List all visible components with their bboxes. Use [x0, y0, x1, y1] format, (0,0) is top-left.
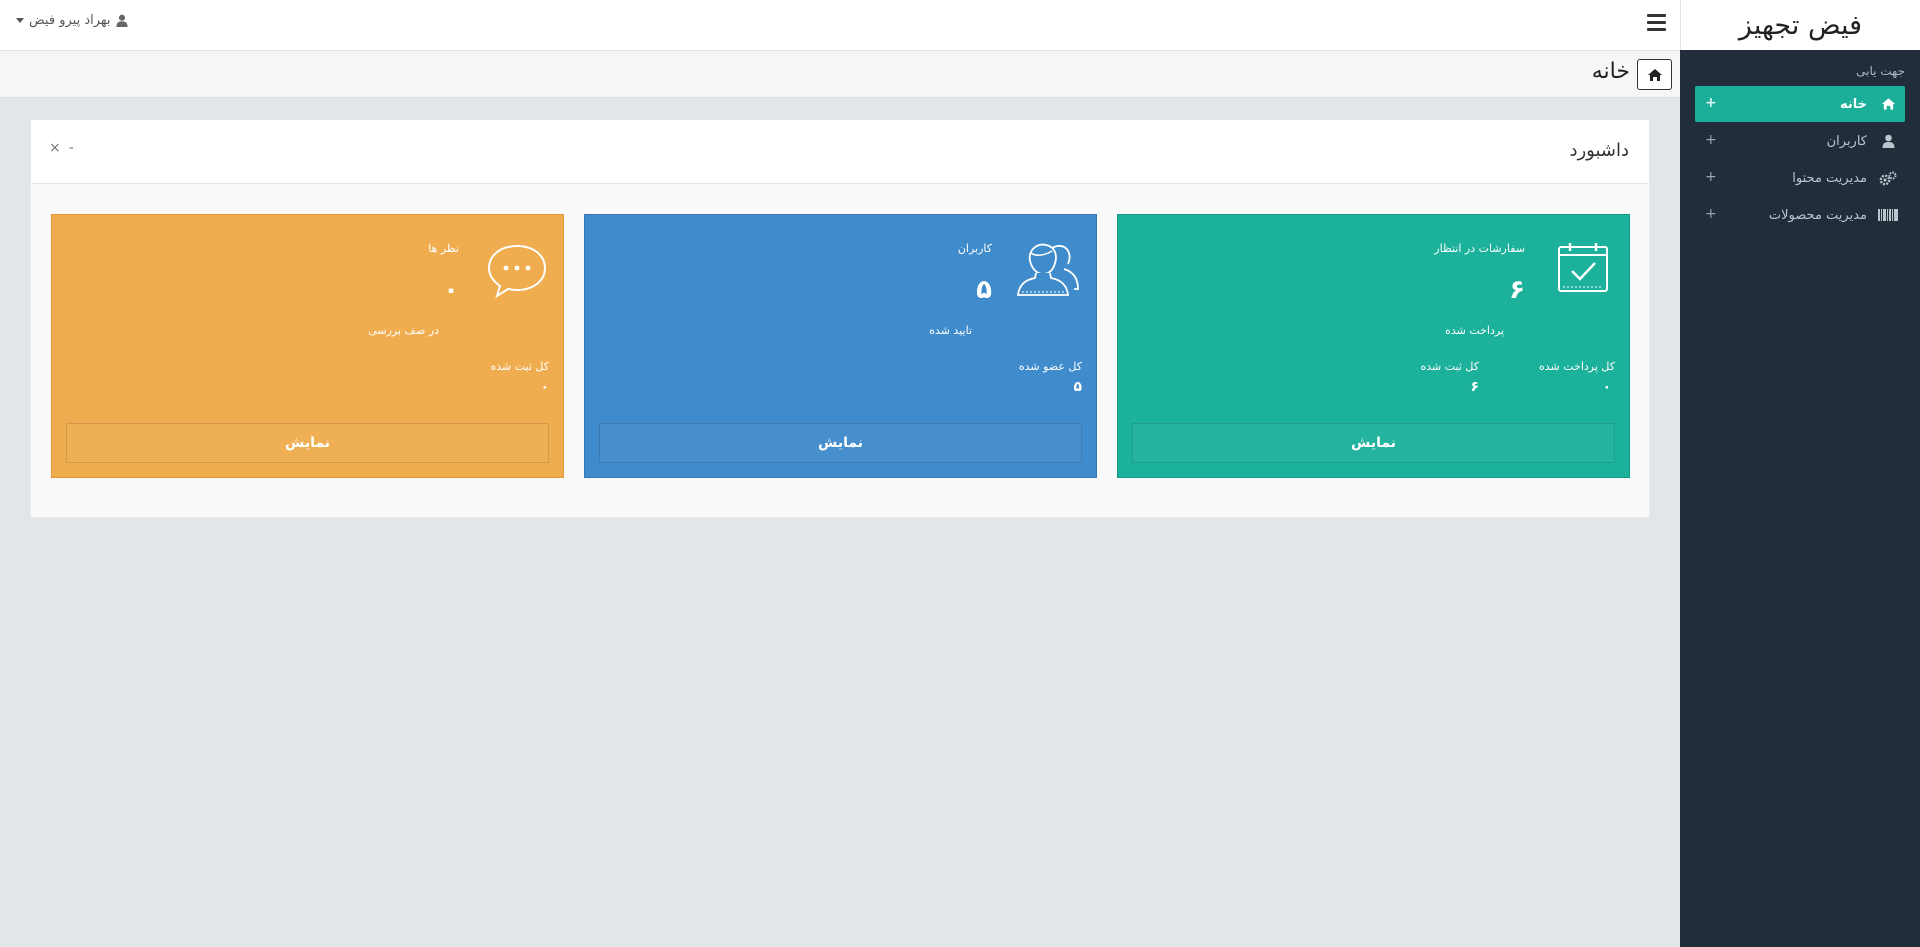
sidebar-item-label: مدیریت محتوا	[1792, 170, 1867, 186]
sidebar-item-content[interactable]: مدیریت محتوا +	[1695, 160, 1905, 196]
stat-value: ۶	[1470, 379, 1479, 395]
nav-caption: جهت یابی	[1856, 64, 1905, 78]
stat-label: کل ثبت شده	[1420, 360, 1480, 373]
stat-value: ۰	[540, 379, 549, 395]
panel-header: داشبورد × -	[31, 120, 1649, 184]
barcode-icon	[1871, 209, 1905, 221]
stat-label: کل ثبت شده	[490, 360, 550, 373]
sidebar: فیض تجهیز جهت یابی خانه + کاربران + مدیر…	[1680, 0, 1920, 947]
stat-label: کل پرداخت شده	[1538, 360, 1615, 373]
user-icon	[115, 14, 128, 27]
brand-logo[interactable]: فیض تجهیز	[1680, 0, 1920, 50]
stat-value: ۰	[1602, 379, 1611, 395]
users-icon	[1016, 239, 1080, 303]
card-value: ۵	[976, 275, 992, 305]
stat-label: کل عضو شده	[1018, 360, 1082, 373]
user-menu[interactable]: بهراد پیرو فیض	[16, 13, 128, 28]
card-value: ۶	[1509, 275, 1525, 305]
comments-card: نظر ها ۰ در صف بررسی کل ثبت شده ۰ نمایش	[51, 214, 564, 478]
panel-tools: × -	[49, 140, 74, 156]
home-button[interactable]	[1637, 59, 1672, 90]
comment-icon	[487, 243, 547, 303]
top-navbar: بهراد پیرو فیض	[0, 0, 1680, 51]
card-subtitle: پرداخت شده	[1445, 324, 1504, 337]
calendar-check-icon	[1557, 241, 1609, 297]
card-title: نظر ها	[428, 242, 459, 255]
sidebar-item-label: مدیریت محصولات	[1768, 207, 1867, 223]
hamburger-icon[interactable]	[1647, 14, 1666, 35]
expand-icon[interactable]: +	[1705, 95, 1717, 111]
panel-title: داشبورد	[1569, 140, 1629, 161]
sidebar-item-label: کاربران	[1826, 133, 1867, 149]
home-icon	[1871, 97, 1905, 111]
minimize-icon[interactable]: -	[69, 140, 74, 156]
sidebar-item-home[interactable]: خانه +	[1695, 86, 1905, 122]
card-title: سفارشات در انتظار	[1434, 242, 1525, 255]
home-icon	[1647, 68, 1662, 81]
dashboard-panel: داشبورد × - سفارشات در انتظار ۶ پرداخت ش…	[30, 119, 1650, 518]
card-subtitle: در صف بررسی	[368, 324, 439, 337]
gears-icon	[1871, 171, 1905, 186]
sidebar-item-label: خانه	[1839, 96, 1867, 112]
show-orders-button[interactable]: نمایش	[1132, 423, 1615, 463]
sidebar-item-users[interactable]: کاربران +	[1695, 123, 1905, 159]
users-card: کاربران ۵ تایید شده کل عضو شده ۵ نمایش	[584, 214, 1097, 478]
expand-icon[interactable]: +	[1705, 206, 1717, 222]
close-icon[interactable]: ×	[49, 140, 61, 156]
caret-down-icon	[16, 18, 24, 23]
card-title: کاربران	[957, 242, 992, 255]
sidebar-item-products[interactable]: مدیریت محصولات +	[1695, 197, 1905, 233]
card-subtitle: تایید شده	[929, 324, 972, 337]
user-name: بهراد پیرو فیض	[29, 13, 111, 28]
page-title: خانه	[1591, 59, 1630, 84]
expand-icon[interactable]: +	[1705, 132, 1717, 148]
stat-value: ۵	[1073, 379, 1082, 395]
breadcrumb: خانه	[0, 51, 1680, 98]
expand-icon[interactable]: +	[1705, 169, 1717, 185]
orders-card: سفارشات در انتظار ۶ پرداخت شده کل پرداخت…	[1117, 214, 1630, 478]
user-icon	[1871, 134, 1905, 148]
show-comments-button[interactable]: نمایش	[66, 423, 549, 463]
card-value: ۰	[443, 275, 459, 305]
show-users-button[interactable]: نمایش	[599, 423, 1082, 463]
